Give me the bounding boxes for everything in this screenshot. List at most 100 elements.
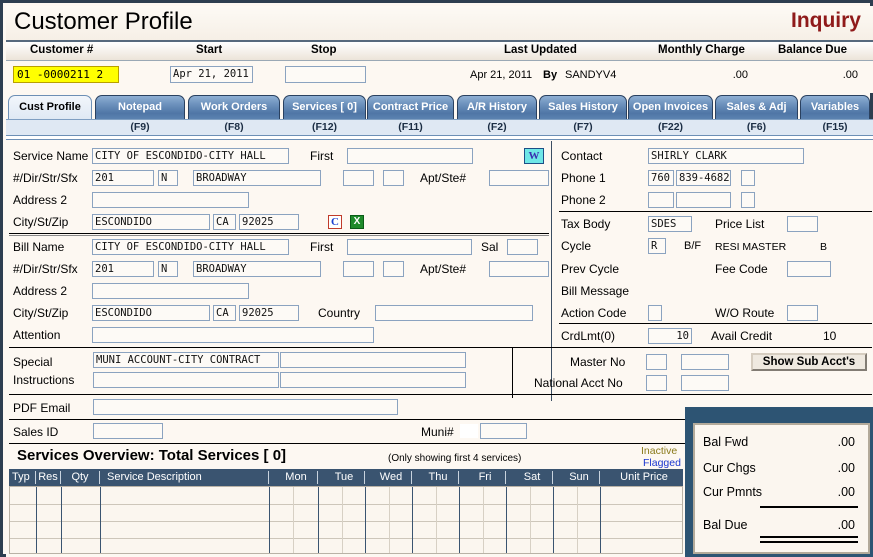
col-tue[interactable]: Tue — [320, 469, 368, 486]
customer-number-field[interactable]: 01 -0000211 2 — [13, 66, 119, 83]
tab-variables[interactable]: Variables — [800, 95, 870, 119]
service-number-field[interactable]: 201 — [92, 170, 154, 186]
bill-dir-field[interactable]: N — [158, 261, 178, 277]
tab-sales-history[interactable]: Sales History — [539, 95, 627, 119]
price-list-field[interactable] — [787, 216, 818, 232]
phone1-ext-field[interactable] — [741, 170, 755, 186]
special-line1-field[interactable]: MUNI ACCOUNT-CITY CONTRACT — [93, 352, 279, 368]
service-dir-field[interactable]: N — [158, 170, 178, 186]
master-no-b-field[interactable] — [681, 354, 729, 370]
balance-due-value: .00 — [842, 69, 858, 81]
tab-ar-history[interactable]: A/R History — [457, 95, 537, 119]
col-service-description[interactable]: Service Description — [101, 469, 271, 486]
service-sfx2-field[interactable] — [383, 170, 404, 186]
tax-body-field[interactable]: SDES — [648, 216, 692, 232]
master-no-a-field[interactable] — [646, 354, 667, 370]
wo-route-field[interactable] — [787, 305, 818, 321]
phone1-area-field[interactable]: 760 — [648, 170, 674, 186]
service-address2-field[interactable] — [92, 192, 249, 208]
service-first-field[interactable] — [347, 148, 473, 164]
fkey-work-orders: (F8) — [224, 121, 244, 133]
service-sfx1-field[interactable] — [343, 170, 374, 186]
crdlmt-field[interactable]: 10 — [648, 328, 692, 344]
service-name-field[interactable]: CITY OF ESCONDIDO-CITY HALL — [92, 148, 289, 164]
fee-code-field[interactable] — [787, 261, 831, 277]
tab-cust-profile[interactable]: Cust Profile — [8, 95, 92, 119]
col-unit-price[interactable]: Unit Price — [605, 469, 683, 486]
bill-first-field[interactable] — [347, 239, 472, 255]
label-price-list: Price List — [715, 217, 765, 231]
last-updated-user: SANDYV4 — [565, 69, 617, 81]
col-sat[interactable]: Sat — [508, 469, 556, 486]
col-res[interactable]: Res — [36, 469, 60, 486]
service-apt-field[interactable] — [489, 170, 549, 186]
cycle-field[interactable]: R — [648, 238, 666, 254]
tab-services[interactable]: Services [ 0] — [283, 95, 366, 119]
col-thu[interactable]: Thu — [414, 469, 462, 486]
bal-due-label: Bal Due — [703, 518, 748, 532]
services-table-header: Typ Res Qty Service Description Mon Tue … — [9, 469, 683, 486]
bill-address2-field[interactable] — [92, 283, 249, 299]
tab-notepad[interactable]: Notepad — [95, 95, 185, 119]
service-street-field[interactable]: BROADWAY — [193, 170, 321, 186]
monthly-charge-value: .00 — [732, 69, 748, 81]
special-line2b-field[interactable] — [280, 372, 466, 388]
bill-sfx2-field[interactable] — [383, 261, 404, 277]
bill-country-field[interactable] — [375, 305, 533, 321]
bill-number-field[interactable]: 201 — [92, 261, 154, 277]
col-qty[interactable]: Qty — [61, 469, 99, 486]
label-muni: Muni# — [421, 425, 454, 439]
label-bill-first: First — [310, 240, 334, 254]
inactive-legend: Inactive — [641, 445, 678, 457]
stop-date-field[interactable] — [285, 66, 366, 83]
muni-number-field[interactable] — [480, 423, 527, 439]
tab-open-invoices[interactable]: Open Invoices — [628, 95, 713, 119]
bill-name-field[interactable]: CITY OF ESCONDIDO-CITY HALL — [92, 239, 289, 255]
service-city-field[interactable]: ESCONDIDO — [92, 214, 210, 230]
show-sub-accts-button[interactable]: Show Sub Acct's — [751, 353, 867, 371]
pdf-email-field[interactable] — [93, 399, 398, 415]
label-bill-citystzip: City/St/Zip — [13, 306, 69, 320]
bill-state-field[interactable]: CA — [213, 305, 236, 321]
col-wed[interactable]: Wed — [367, 469, 415, 486]
bill-street-field[interactable]: BROADWAY — [193, 261, 321, 277]
service-zip-field[interactable]: 92025 — [239, 214, 299, 230]
bill-sal-field[interactable] — [507, 239, 538, 255]
national-acct-a-field[interactable] — [646, 375, 667, 391]
bill-city-field[interactable]: ESCONDIDO — [92, 305, 210, 321]
special-line2-field[interactable] — [93, 372, 279, 388]
contact-field[interactable]: SHIRLY CLARK — [648, 148, 804, 164]
col-sun[interactable]: Sun — [555, 469, 603, 486]
bill-apt-field[interactable] — [489, 261, 549, 277]
balance-subtotal-rule — [760, 506, 858, 508]
label-bill-sal: Sal — [481, 240, 499, 254]
tab-work-orders[interactable]: Work Orders — [188, 95, 280, 119]
label-bill-apt: Apt/Ste# — [420, 262, 467, 276]
sales-id-field[interactable] — [93, 423, 163, 439]
map-green-icon[interactable]: X — [350, 215, 364, 229]
special-line1b-field[interactable] — [280, 352, 466, 368]
phone2-ext-field[interactable] — [741, 192, 755, 208]
phone2-area-field[interactable] — [648, 192, 674, 208]
service-block-divider2 — [9, 235, 549, 236]
start-date-field[interactable]: Apr 21, 2011 — [170, 66, 253, 83]
tab-sales-adj[interactable]: Sales & Adj — [715, 95, 798, 119]
action-code-field[interactable] — [648, 305, 662, 321]
tab-contract-price[interactable]: Contract Price — [367, 95, 454, 119]
w-icon[interactable]: W — [524, 148, 544, 164]
contact-c-icon[interactable]: C — [328, 215, 342, 229]
phone2-number-field[interactable] — [676, 192, 731, 208]
service-state-field[interactable]: CA — [213, 214, 236, 230]
label-phone1: Phone 1 — [561, 171, 606, 185]
services-table-body[interactable] — [9, 486, 683, 554]
col-fri[interactable]: Fri — [461, 469, 509, 486]
phone1-number-field[interactable]: 839-4682 — [676, 170, 731, 186]
col-typ[interactable]: Typ — [9, 469, 38, 486]
bill-zip-field[interactable]: 92025 — [239, 305, 299, 321]
label-service-apt: Apt/Ste# — [420, 171, 467, 185]
bill-attention-field[interactable] — [92, 327, 374, 343]
muni-flag-field[interactable] — [459, 423, 479, 439]
national-acct-b-field[interactable] — [681, 375, 729, 391]
col-mon[interactable]: Mon — [271, 469, 321, 486]
bill-sfx1-field[interactable] — [343, 261, 374, 277]
